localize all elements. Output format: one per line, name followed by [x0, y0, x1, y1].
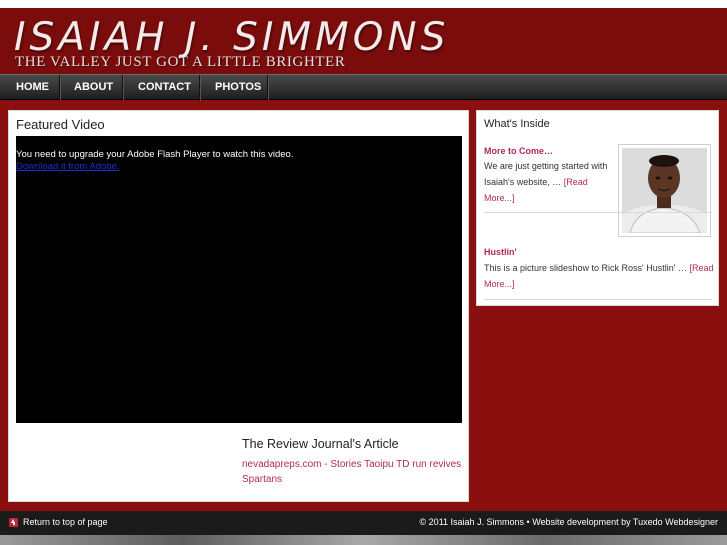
post-excerpt-text: This is a picture slideshow to Rick Ross…	[484, 263, 690, 273]
featured-video-title: Featured Video	[16, 117, 105, 132]
nav-item-contact[interactable]: CONTACT	[123, 75, 200, 101]
sidebar-title: What's Inside	[484, 118, 550, 130]
post-excerpt: This is a picture slideshow to Rick Ross…	[484, 260, 716, 292]
arrow-up-icon	[9, 517, 18, 527]
post-divider	[484, 299, 712, 300]
video-player[interactable]: You need to upgrade your Adobe Flash Pla…	[16, 136, 462, 423]
post-thumbnail[interactable]	[618, 144, 711, 237]
article-heading: The Review Journal's Article	[242, 437, 399, 451]
bottom-strip	[0, 535, 727, 545]
post-excerpt: We are just getting started with Isaiah'…	[484, 158, 616, 206]
whats-inside-panel: What's Inside More to Come… We are just …	[476, 110, 719, 306]
post-excerpt-text: We are just getting started with Isaiah'…	[484, 161, 608, 187]
nav-item-label: PHOTOS	[215, 81, 262, 93]
main-nav: HOME ABOUT CONTACT PHOTOS	[0, 74, 727, 101]
site-footer: Return to top of page © 2011 Isaiah J. S…	[0, 511, 727, 535]
nav-item-photos[interactable]: PHOTOS	[200, 75, 268, 101]
nav-item-home[interactable]: HOME	[0, 75, 60, 101]
top-strip	[0, 0, 727, 8]
flash-upgrade-message: You need to upgrade your Adobe Flash Pla…	[16, 149, 294, 160]
nav-item-about[interactable]: ABOUT	[60, 75, 123, 101]
post-title-hustlin[interactable]: Hustlin'	[484, 247, 517, 257]
footer-credit: © 2011 Isaiah J. Simmons • Website devel…	[419, 517, 718, 527]
nav-item-label: HOME	[16, 81, 49, 93]
site-tagline: THE VALLEY JUST GOT A LITTLE BRIGHTER	[15, 54, 346, 70]
article-link[interactable]: nevadapreps.com - Stories Taoipu TD run …	[242, 457, 462, 487]
return-to-top-link[interactable]: Return to top of page	[9, 517, 108, 527]
flash-download-link[interactable]: Download it from Adobe.	[16, 161, 120, 172]
site-title[interactable]: ISAIAH J. SIMMONS	[14, 18, 449, 58]
featured-panel: Featured Video You need to upgrade your …	[8, 110, 469, 502]
post-title-more-to-come[interactable]: More to Come…	[484, 146, 553, 156]
nav-item-label: CONTACT	[138, 81, 191, 93]
post-divider	[484, 212, 712, 213]
return-to-top-label: Return to top of page	[23, 517, 108, 527]
site-header: ISAIAH J. SIMMONS THE VALLEY JUST GOT A …	[0, 8, 727, 74]
nav-item-label: ABOUT	[74, 81, 114, 93]
portrait-image	[622, 148, 707, 233]
